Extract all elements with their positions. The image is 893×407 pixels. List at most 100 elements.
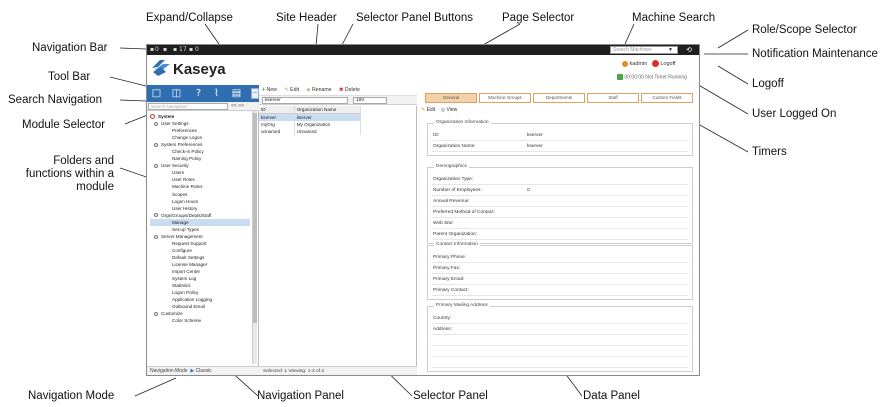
folder-toggle-icon[interactable] — [154, 234, 158, 239]
help-icon[interactable]: ? — [193, 88, 204, 99]
delete-button[interactable]: ✖ Delete — [339, 87, 360, 93]
nav-function[interactable]: Preferences — [150, 127, 250, 134]
folder-toggle-icon[interactable] — [154, 142, 158, 147]
nav-function[interactable]: Set-up Types — [150, 226, 250, 233]
nav-function[interactable]: Color Scheme — [150, 317, 250, 324]
nav-function[interactable]: Logon Policy — [150, 289, 250, 296]
nav-function[interactable]: Scopes — [150, 191, 250, 198]
nav-function[interactable]: Request Support — [150, 240, 250, 247]
tickets-icon[interactable]: ▪ — [163, 47, 167, 53]
nav-function[interactable]: Statistics — [150, 282, 250, 289]
navigation-mode-label: Navigation Mode — [150, 368, 188, 374]
nav-function[interactable]: Machine Roles — [150, 183, 250, 190]
nav-function[interactable]: Default Settings — [150, 254, 250, 261]
data-edit-button[interactable]: ✎ Edit — [421, 107, 435, 113]
folder-toggle-icon[interactable] — [154, 312, 158, 317]
page-size-select[interactable]: 100 — [353, 97, 387, 104]
nav-function[interactable]: License Manager — [150, 261, 250, 268]
logoff-link[interactable]: Logoff — [660, 61, 675, 67]
navigation-scrollbar[interactable] — [252, 111, 257, 364]
nav-function[interactable]: Change Logon — [150, 134, 250, 141]
nav-item-label: Logon Hours — [172, 198, 199, 204]
documents-icon[interactable]: ▤ — [231, 88, 242, 99]
callout-data-panel: Data Panel — [583, 390, 640, 402]
nav-function[interactable]: User History — [150, 205, 250, 212]
edit-button[interactable]: ✎ Edit — [284, 87, 299, 93]
nav-function[interactable]: Naming Policy — [150, 155, 250, 162]
tab-machine-groups[interactable]: Machine Groups — [479, 93, 531, 103]
kaseya-logo-text: Kaseya — [173, 61, 226, 78]
user-logged-on[interactable]: kadmin — [630, 61, 648, 67]
search-navigation-input[interactable]: Search Navigation — [148, 103, 228, 110]
tool-bar: □ ◫ ? ⌇ ▤ — [147, 85, 259, 102]
nav-folder[interactable]: User Settings — [150, 120, 250, 127]
cell-id: unnamed — [259, 128, 295, 135]
nav-item-label: License Manager — [172, 261, 208, 267]
nav-function[interactable]: Application Logging — [150, 296, 250, 303]
timer-status: Not Timer Running — [645, 74, 687, 81]
nav-folder[interactable]: Customize — [150, 310, 250, 317]
notes-icon[interactable]: ◫ — [171, 88, 182, 99]
callout-selector-panel: Selector Panel — [413, 390, 488, 402]
field-row: Organization Type: — [431, 174, 689, 185]
table-row[interactable]: unnamed Unnamed — [259, 128, 362, 135]
topbar-count-2: 17 — [179, 46, 187, 53]
tab-custom-fields[interactable]: Custom Fields — [641, 93, 693, 103]
logoff-icon[interactable] — [651, 60, 659, 67]
callout-expand-collapse: Expand/Collapse — [146, 12, 233, 24]
search-navigation-buttons[interactable]: << >> — [231, 103, 244, 109]
expand-collapse-button[interactable]: − — [251, 88, 259, 99]
folder-toggle-icon[interactable] — [154, 164, 158, 169]
nav-folder[interactable]: Server Management — [150, 233, 250, 240]
nav-function[interactable]: Users — [150, 169, 250, 176]
nav-function[interactable]: Check-in Policy — [150, 148, 250, 155]
field-label: Primary Contact: — [433, 288, 469, 293]
field-row: Preferred Method of Contact: — [431, 207, 689, 218]
navigation-scroll-thumb[interactable] — [253, 113, 257, 323]
status-monitor-icon[interactable]: ⌇ — [211, 88, 222, 99]
alerts-icon[interactable]: ▪ — [173, 47, 177, 53]
nav-function[interactable]: System Log — [150, 275, 250, 282]
new-button[interactable]: + New — [262, 87, 277, 93]
nav-function[interactable]: Logon Hours — [150, 198, 250, 205]
machine-search-dropdown-icon[interactable]: ▼ — [668, 47, 676, 53]
notification-icon[interactable]: ▪ — [189, 47, 193, 53]
nav-item-label: Color Scheme — [172, 318, 202, 324]
column-header-org-name[interactable]: Organization Name — [294, 106, 362, 114]
role-scope-selector-icon[interactable]: ⟲ — [684, 46, 694, 54]
machines-icon[interactable]: ▪ — [150, 47, 154, 53]
nav-folder[interactable]: System Preferences — [150, 141, 250, 148]
field-label: ID: — [433, 133, 440, 138]
system-module-icon — [150, 114, 155, 120]
tab-general[interactable]: General — [425, 93, 477, 103]
data-view-button[interactable]: ◎ View — [441, 107, 458, 113]
nav-function[interactable]: Import Center — [150, 268, 250, 275]
nav-function[interactable]: Outbound Email — [150, 303, 250, 310]
tab-departments[interactable]: Departments — [533, 93, 585, 103]
nav-item-label: Statistics — [172, 283, 191, 289]
column-header-id[interactable]: ID — [259, 106, 295, 114]
bookmarks-icon[interactable]: □ — [151, 88, 162, 99]
table-row[interactable]: kserver kserver — [259, 113, 362, 121]
tab-staff[interactable]: Staff — [587, 93, 639, 103]
nav-function[interactable]: User Roles — [150, 176, 250, 183]
rename-button[interactable]: ◈ Rename — [307, 87, 332, 93]
field-label: Address: — [433, 327, 452, 332]
folder-toggle-icon[interactable] — [154, 121, 158, 126]
module-selector[interactable]: System — [150, 113, 250, 120]
nav-function[interactable]: Configure — [150, 247, 250, 254]
callout-folders-functions: Folders and functions within a module — [25, 155, 114, 193]
field-row: Address: — [431, 324, 689, 335]
topbar-count-1: 0 — [155, 46, 159, 53]
nav-folder[interactable]: Orgs/Groups/Depts/Staff — [150, 212, 250, 219]
table-row[interactable]: myOrg My Organization — [259, 121, 362, 128]
navigation-mode-value[interactable]: Classic — [196, 368, 212, 374]
nav-function[interactable]: Manage — [150, 218, 250, 226]
nav-folder[interactable]: User Security — [150, 162, 250, 169]
selector-filter-input[interactable]: kserver — [262, 97, 348, 104]
search-navigation: Search Navigation << >> — [147, 102, 259, 111]
cell-org-name: kserver — [294, 113, 362, 121]
folder-toggle-icon[interactable] — [154, 213, 158, 218]
field-label: Organization Type: — [433, 177, 474, 182]
timer-icon[interactable] — [617, 74, 623, 80]
